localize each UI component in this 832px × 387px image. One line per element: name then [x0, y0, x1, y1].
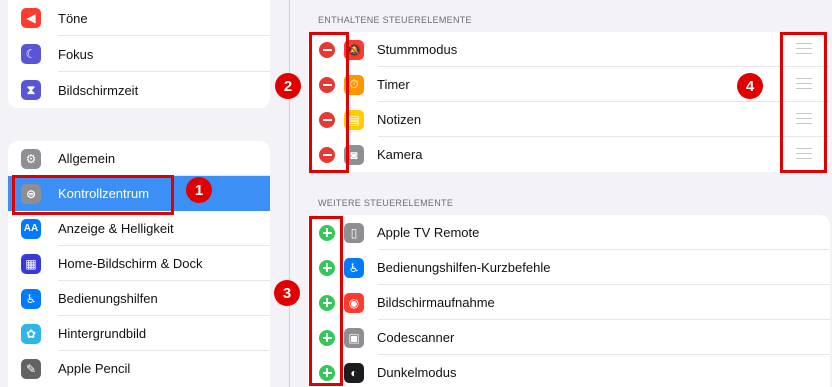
- control-row-bedienungshilfen-kurzbefehle[interactable]: ♿ Bedienungshilfen-Kurzbefehle: [308, 250, 830, 285]
- annotation-box-kontrollzentrum: [12, 175, 174, 215]
- callout-4: 4: [737, 73, 763, 99]
- control-label: Codescanner: [377, 330, 455, 345]
- flower-icon: ✿: [21, 323, 41, 344]
- control-label: Kamera: [377, 147, 423, 162]
- sidebar-item-bildschirmzeit[interactable]: ⧗ Bildschirmzeit: [8, 72, 270, 108]
- sidebar-item-anzeige[interactable]: AA Anzeige & Helligkeit: [8, 211, 270, 246]
- callout-1: 1: [186, 177, 212, 203]
- control-label: Bedienungshilfen-Kurzbefehle: [377, 260, 551, 275]
- included-section-header: ENTHALTENE STEUERELEMENTE: [318, 15, 472, 25]
- split-divider: [289, 0, 290, 387]
- control-row-dunkelmodus[interactable]: ◐ Dunkelmodus: [308, 355, 830, 387]
- brightness-icon: AA: [21, 218, 41, 239]
- more-controls-list: ▯ Apple TV Remote ♿ Bedienungshilfen-Kur…: [308, 215, 830, 387]
- control-row-apple-tv-remote[interactable]: ▯ Apple TV Remote: [308, 215, 830, 250]
- control-label: Apple TV Remote: [377, 225, 480, 240]
- control-row-bildschirmaufnahme[interactable]: ◉ Bildschirmaufnahme: [308, 285, 830, 320]
- control-label: Notizen: [377, 112, 422, 127]
- sidebar-item-label: Anzeige & Helligkeit: [58, 221, 174, 236]
- sidebar-item-hintergrundbild[interactable]: ✿ Hintergrundbild: [8, 316, 270, 351]
- sidebar-item-toene[interactable]: ◀ Töne: [8, 0, 270, 36]
- sidebar-item-home-bildschirm[interactable]: ▦ Home-Bildschirm & Dock: [8, 246, 270, 281]
- sidebar-item-label: Allgemein: [58, 151, 116, 166]
- control-label: Timer: [377, 77, 410, 92]
- sidebar-item-label: Fokus: [58, 46, 94, 62]
- pencil-icon: ✎: [21, 358, 41, 379]
- dark-mode-icon: ◐: [344, 362, 364, 383]
- control-row-notizen[interactable]: ▤ Notizen: [308, 102, 830, 137]
- control-row-kamera[interactable]: ◙ Kamera: [308, 137, 830, 172]
- control-row-stummmodus[interactable]: 🔕 Stummmodus: [308, 32, 830, 67]
- accessibility-icon: ♿: [344, 257, 364, 278]
- sidebar-item-label: Hintergrundbild: [58, 326, 147, 341]
- qr-icon: ▣: [344, 327, 364, 348]
- sidebar-item-label: Apple Pencil: [58, 361, 131, 376]
- included-controls-list: 🔕 Stummmodus ⏱ Timer ▤ Notizen ◙ Kamera: [308, 32, 830, 172]
- gear-icon: ⚙: [21, 148, 41, 169]
- sidebar-group-1: ◀ Töne ☾ Fokus ⧗ Bildschirmzeit: [8, 0, 270, 108]
- control-label: Bildschirmaufnahme: [377, 295, 495, 310]
- home-grid-icon: ▦: [21, 253, 41, 274]
- sidebar-item-allgemein[interactable]: ⚙ Allgemein: [8, 141, 270, 176]
- sidebar-item-label: Bildschirmzeit: [58, 82, 139, 98]
- sidebar-item-fokus[interactable]: ☾ Fokus: [8, 36, 270, 72]
- record-icon: ◉: [344, 292, 364, 313]
- sidebar-item-label: Töne: [58, 10, 88, 26]
- sidebar-item-label: Home-Bildschirm & Dock: [58, 256, 203, 271]
- sound-icon: ◀: [21, 8, 41, 28]
- annotation-box-reorder-handles: [780, 32, 827, 173]
- annotation-box-add-buttons: [309, 216, 343, 386]
- annotation-box-remove-buttons: [309, 32, 349, 173]
- hourglass-icon: ⧗: [21, 80, 41, 100]
- moon-icon: ☾: [21, 44, 41, 64]
- control-label: Stummmodus: [377, 42, 458, 57]
- sidebar-item-apple-pencil[interactable]: ✎ Apple Pencil: [8, 351, 270, 386]
- accessibility-icon: ♿: [21, 288, 41, 309]
- callout-2: 2: [275, 73, 301, 99]
- control-label: Dunkelmodus: [377, 365, 457, 380]
- control-row-codescanner[interactable]: ▣ Codescanner: [308, 320, 830, 355]
- sidebar-item-bedienungshilfen[interactable]: ♿ Bedienungshilfen: [8, 281, 270, 316]
- remote-icon: ▯: [344, 222, 364, 243]
- more-section-header: WEITERE STEUERELEMENTE: [318, 198, 454, 208]
- callout-3: 3: [274, 280, 300, 306]
- sidebar-item-label: Bedienungshilfen: [58, 291, 158, 306]
